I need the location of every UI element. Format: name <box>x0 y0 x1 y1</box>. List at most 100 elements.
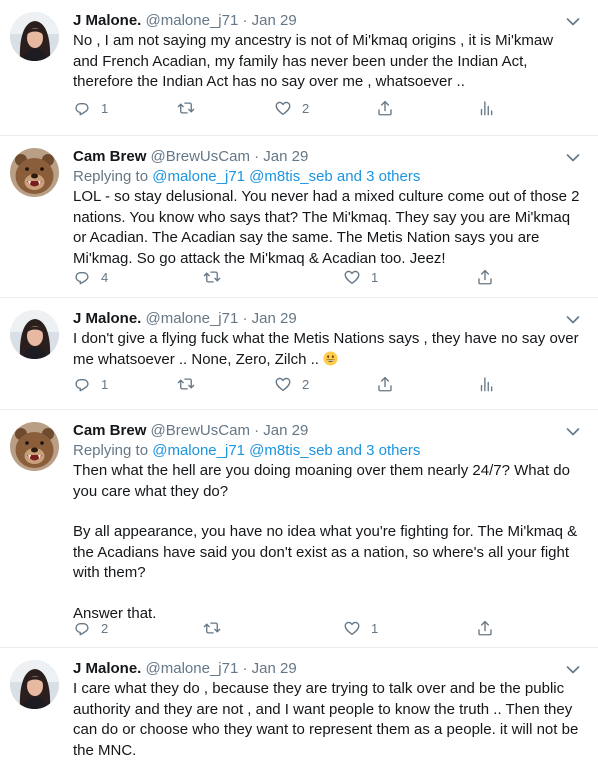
replying-to: Replying to @malone_j71 @m8tis_seb and 3… <box>73 441 580 461</box>
tweet-header: Cam Brew @BrewUsCam · Jan 29 <box>73 421 580 441</box>
like-count: 1 <box>371 269 379 285</box>
chevron-down-icon[interactable] <box>566 153 580 163</box>
chevron-down-icon[interactable] <box>566 17 580 27</box>
reply-count: 4 <box>101 269 109 285</box>
tweet-text: No , I am not saying my ancestry is not … <box>73 32 554 90</box>
chevron-down-icon[interactable] <box>566 315 580 325</box>
like-count: 2 <box>302 376 310 392</box>
author-handle[interactable]: @BrewUsCam <box>151 148 250 165</box>
separator-dot: · <box>254 422 260 439</box>
avatar[interactable] <box>10 660 59 709</box>
separator-dot: · <box>242 12 248 29</box>
reply-count: 2 <box>101 620 109 636</box>
tweet-header: J Malone. @malone_j71 · Jan 29 <box>73 659 580 679</box>
like-button[interactable]: 2 <box>274 98 309 118</box>
tweet-actions: 4 1 <box>73 267 513 287</box>
retweet-icon <box>203 619 221 637</box>
retweet-icon <box>177 99 195 117</box>
share-icon <box>376 99 394 117</box>
share-button[interactable] <box>476 618 494 638</box>
replying-to-label: Replying to <box>73 442 149 459</box>
analytics-button[interactable] <box>477 98 495 118</box>
tweet-actions: 1 2 <box>73 374 513 394</box>
avatar[interactable] <box>10 148 59 197</box>
replying-to-mentions[interactable]: @malone_j71 @m8tis_seb and 3 others <box>152 168 420 185</box>
reply-button[interactable]: 1 <box>73 374 108 394</box>
tweet-actions: 2 1 <box>73 618 513 638</box>
reply-icon <box>73 375 91 393</box>
avatar[interactable] <box>10 422 59 471</box>
heart-icon <box>343 268 361 286</box>
reply-button[interactable]: 2 <box>73 618 108 638</box>
retweet-button[interactable] <box>177 374 195 394</box>
author-name[interactable]: Cam Brew <box>73 422 146 439</box>
avatar[interactable] <box>10 12 59 61</box>
share-icon <box>476 268 494 286</box>
chevron-down-icon[interactable] <box>566 427 580 437</box>
tweet-header: J Malone. @malone_j71 · Jan 29 <box>73 309 580 329</box>
tweet-date[interactable]: Jan 29 <box>263 148 308 165</box>
reply-icon <box>73 268 91 286</box>
retweet-icon <box>177 375 195 393</box>
tweet-text: I don't give a flying fuck what the Meti… <box>73 329 580 370</box>
like-count: 1 <box>371 620 379 636</box>
tweet[interactable]: Cam Brew @BrewUsCam · Jan 29 Replying to… <box>0 136 598 298</box>
like-button[interactable]: 2 <box>274 374 309 394</box>
author-handle[interactable]: @malone_j71 <box>146 310 239 327</box>
separator-dot: · <box>254 148 260 165</box>
share-button[interactable] <box>376 98 394 118</box>
tweet-header: J Malone. @malone_j71 · Jan 29 <box>73 11 580 31</box>
tweet-header: Cam Brew @BrewUsCam · Jan 29 <box>73 147 580 167</box>
retweet-button[interactable] <box>203 267 221 287</box>
tweet-actions: 1 2 <box>73 98 513 118</box>
tweet-date[interactable]: Jan 29 <box>263 422 308 439</box>
tweet-paragraph: By all appearance, you have no idea what… <box>73 523 578 581</box>
replying-to-label: Replying to <box>73 168 149 185</box>
replying-to-mentions[interactable]: @malone_j71 @m8tis_seb and 3 others <box>152 442 420 459</box>
heart-icon <box>343 619 361 637</box>
avatar[interactable] <box>10 310 59 359</box>
tweet[interactable]: J Malone. @malone_j71 · Jan 29 I care wh… <box>0 648 598 762</box>
author-handle[interactable]: @BrewUsCam <box>151 422 250 439</box>
like-count: 2 <box>302 100 310 116</box>
heart-icon <box>274 99 292 117</box>
share-icon <box>376 375 394 393</box>
reply-count: 1 <box>101 376 109 392</box>
author-name[interactable]: J Malone. <box>73 660 141 677</box>
retweet-icon <box>203 268 221 286</box>
analytics-icon <box>477 99 495 117</box>
chevron-down-icon[interactable] <box>566 665 580 675</box>
like-button[interactable]: 1 <box>343 267 378 287</box>
tweet[interactable]: J Malone. @malone_j71 · Jan 29 I don't g… <box>0 298 598 410</box>
tweet-date[interactable]: Jan 29 <box>252 310 297 327</box>
author-name[interactable]: J Malone. <box>73 310 141 327</box>
analytics-button[interactable] <box>477 374 495 394</box>
author-handle[interactable]: @malone_j71 <box>146 12 239 29</box>
share-button[interactable] <box>476 267 494 287</box>
replying-to: Replying to @malone_j71 @m8tis_seb and 3… <box>73 167 580 187</box>
author-handle[interactable]: @malone_j71 <box>146 660 239 677</box>
retweet-button[interactable] <box>177 98 195 118</box>
separator-dot: · <box>242 310 248 327</box>
tweet[interactable]: Cam Brew @BrewUsCam · Jan 29 Replying to… <box>0 410 598 648</box>
tweet-text: LOL - so stay delusional. You never had … <box>73 188 580 267</box>
like-button[interactable]: 1 <box>343 618 378 638</box>
tweet-text: Then what the hell are you doing moaning… <box>73 461 580 624</box>
reply-icon <box>73 619 91 637</box>
reply-count: 1 <box>101 100 109 116</box>
retweet-button[interactable] <box>203 618 221 638</box>
reply-icon <box>73 99 91 117</box>
share-button[interactable] <box>376 374 394 394</box>
tweet-date[interactable]: Jan 29 <box>252 660 297 677</box>
author-name[interactable]: J Malone. <box>73 12 141 29</box>
author-name[interactable]: Cam Brew <box>73 148 146 165</box>
tweet[interactable]: J Malone. @malone_j71 · Jan 29 No , I am… <box>0 0 598 136</box>
tweet-text: I care what they do , because they are t… <box>73 680 579 759</box>
reply-button[interactable]: 4 <box>73 267 108 287</box>
analytics-icon <box>477 375 495 393</box>
reply-button[interactable]: 1 <box>73 98 108 118</box>
separator-dot: · <box>242 660 248 677</box>
tweet-paragraph: Then what the hell are you doing moaning… <box>73 462 570 500</box>
tweet-date[interactable]: Jan 29 <box>252 12 297 29</box>
grinning-face-emoji-icon <box>323 351 338 366</box>
